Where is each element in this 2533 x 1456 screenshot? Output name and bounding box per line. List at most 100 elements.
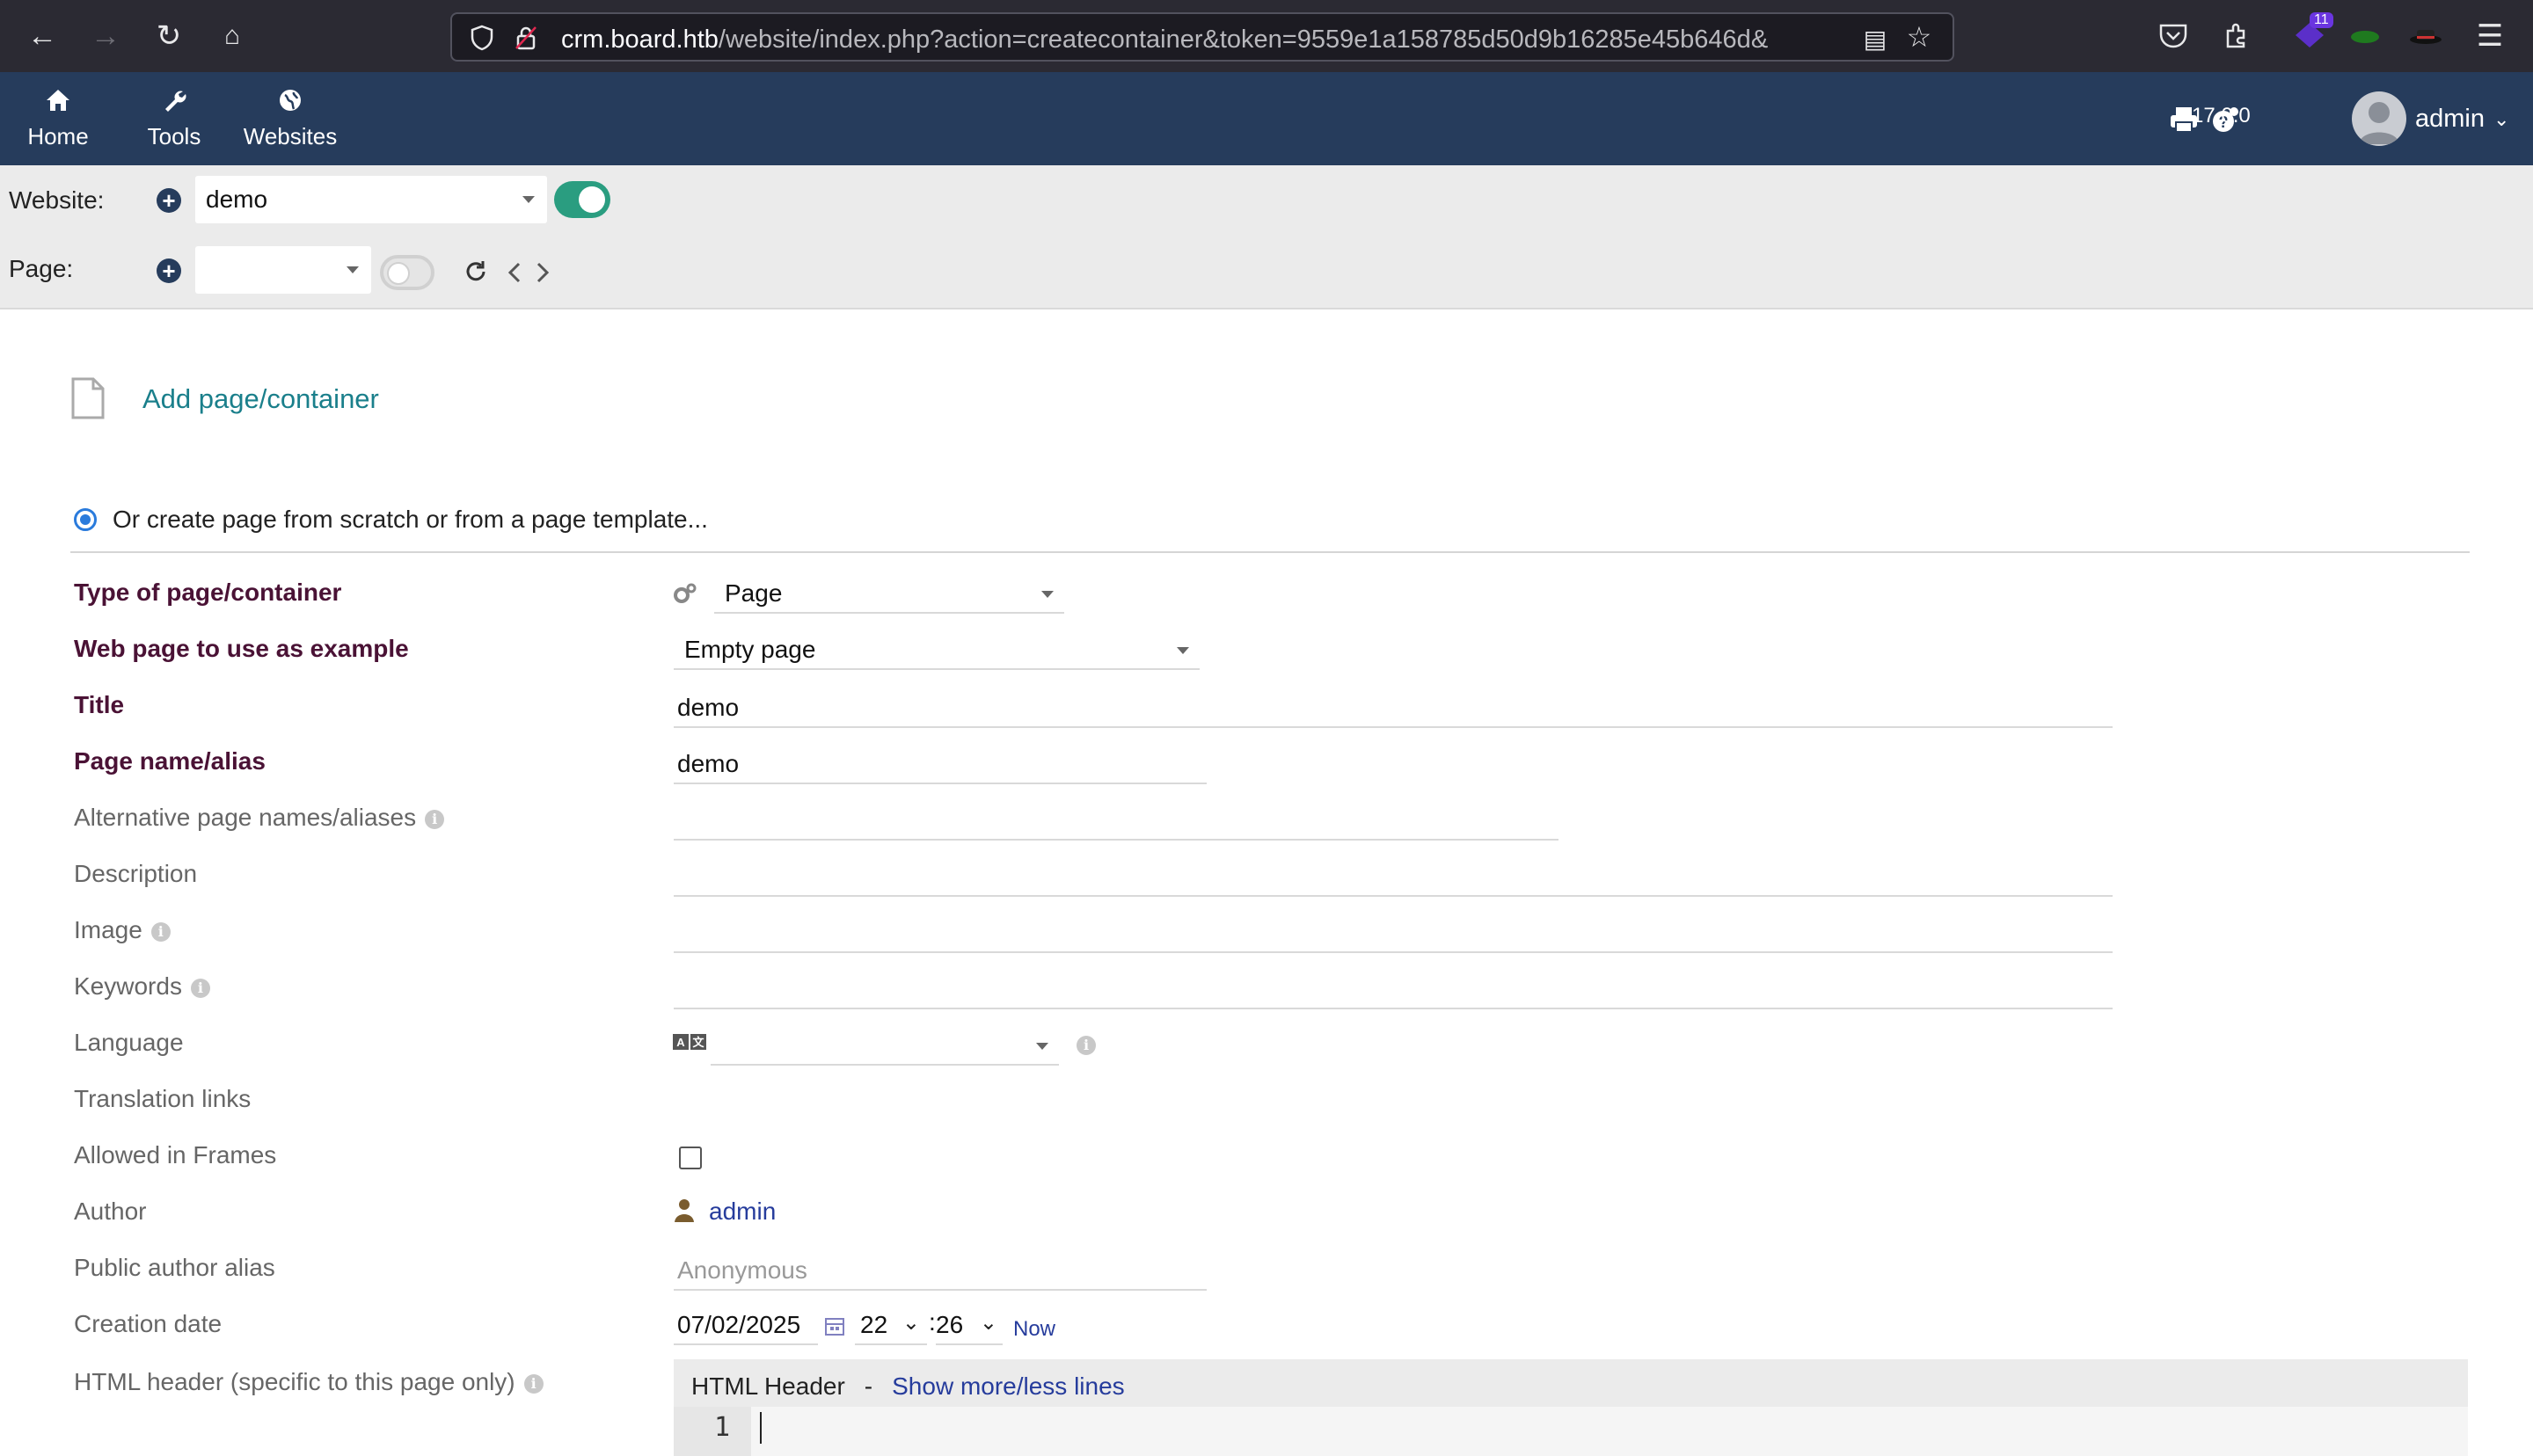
shield-icon bbox=[470, 25, 494, 51]
website-select[interactable]: demo bbox=[195, 176, 547, 223]
allowed-frames-label: Allowed in Frames bbox=[74, 1141, 277, 1168]
website-status-toggle[interactable] bbox=[554, 181, 610, 218]
dropdown-caret-icon bbox=[1036, 1043, 1048, 1050]
calendar-icon[interactable] bbox=[823, 1315, 846, 1338]
html-header-label: HTML header (specific to this page only)… bbox=[74, 1368, 544, 1396]
user-avatar[interactable] bbox=[2352, 91, 2406, 146]
image-input[interactable] bbox=[674, 914, 2113, 953]
bookmark-star-icon[interactable]: ☆ bbox=[1903, 21, 1935, 53]
page-status-toggle[interactable] bbox=[380, 255, 434, 290]
version-label: 17.0.0 bbox=[2192, 104, 2251, 127]
info-icon[interactable]: i bbox=[190, 978, 210, 998]
page-title: Add page/container bbox=[142, 383, 379, 414]
info-icon[interactable]: i bbox=[1077, 1036, 1096, 1055]
text-cursor bbox=[760, 1412, 762, 1444]
next-page-icon[interactable] bbox=[533, 260, 552, 285]
info-icon[interactable]: i bbox=[425, 809, 445, 829]
alias-input[interactable]: demo bbox=[674, 746, 1207, 784]
html-header-editor-toolbar: HTML Header - Show more/less lines bbox=[674, 1359, 2468, 1414]
editor-title: HTML Header bbox=[691, 1372, 845, 1400]
url-bar[interactable]: crm.board.htb/website/index.php?action=c… bbox=[450, 12, 1954, 62]
translation-links-label: Translation links bbox=[74, 1085, 252, 1112]
dropdown-caret-icon bbox=[1041, 591, 1054, 598]
info-icon[interactable]: i bbox=[523, 1373, 544, 1394]
extension-hat-icon[interactable] bbox=[2408, 26, 2443, 46]
svg-text:A: A bbox=[676, 1036, 685, 1049]
keywords-label: Keywords i bbox=[74, 972, 210, 1001]
topmenu-websites[interactable]: Websites bbox=[243, 72, 338, 165]
pocket-icon[interactable] bbox=[2153, 16, 2194, 56]
dropdown-caret-icon bbox=[522, 196, 535, 203]
url-text[interactable]: crm.board.htb/website/index.php?action=c… bbox=[561, 25, 1828, 55]
topmenu-tools[interactable]: Tools bbox=[142, 72, 206, 165]
user-name: admin bbox=[2415, 105, 2485, 133]
page-select[interactable] bbox=[195, 246, 371, 294]
website-toolbar: Website: + demo bbox=[0, 165, 2533, 236]
browser-toolbar: ← → ↻ ⌂ crm.board.htb/website/index.php?… bbox=[0, 0, 2533, 72]
creation-minute-select[interactable]: 26 ⌄ bbox=[936, 1307, 1003, 1345]
topmenu-home[interactable]: Home bbox=[25, 72, 91, 165]
divider bbox=[70, 551, 2470, 553]
website-label: Website: bbox=[9, 186, 105, 214]
reader-view-icon[interactable]: ▤ bbox=[1859, 23, 1891, 55]
page-label: Page: bbox=[9, 255, 74, 282]
example-label: Web page to use as example bbox=[74, 635, 409, 662]
author-link[interactable]: admin bbox=[709, 1198, 776, 1226]
extensions-puzzle-icon[interactable] bbox=[2216, 16, 2257, 56]
create-from-scratch-radio[interactable] bbox=[74, 508, 97, 531]
insecure-lock-icon bbox=[514, 25, 538, 51]
extension-badge: 11 bbox=[2310, 12, 2333, 28]
svg-text:文: 文 bbox=[692, 1036, 704, 1049]
line-number: 1 bbox=[714, 1412, 731, 1443]
user-menu[interactable]: admin ⌄ bbox=[2415, 105, 2509, 134]
globe-icon bbox=[278, 88, 303, 120]
dropdown-caret-icon bbox=[347, 266, 359, 273]
page-toolbar: Page: + bbox=[0, 236, 2533, 309]
type-label: Type of page/container bbox=[74, 579, 342, 606]
html-header-code-editor[interactable] bbox=[674, 1407, 2468, 1456]
language-select[interactable] bbox=[711, 1027, 1059, 1066]
type-select[interactable]: Page bbox=[714, 575, 1064, 614]
allowed-frames-checkbox[interactable] bbox=[679, 1147, 702, 1169]
image-label: Image i bbox=[74, 916, 171, 944]
add-website-plus-icon[interactable]: + bbox=[157, 188, 181, 213]
author-label: Author bbox=[74, 1198, 147, 1225]
time-colon: : bbox=[929, 1308, 936, 1336]
extension-purple-icon[interactable]: 11 bbox=[2290, 12, 2333, 55]
chevron-down-icon: ⌄ bbox=[979, 1311, 997, 1335]
title-label: Title bbox=[74, 691, 125, 718]
creation-date-label: Creation date bbox=[74, 1310, 223, 1337]
chevron-down-icon: ⌄ bbox=[2493, 107, 2510, 130]
creation-hour-select[interactable]: 22 ⌄ bbox=[855, 1307, 927, 1345]
chevron-down-icon: ⌄ bbox=[902, 1311, 920, 1335]
now-button[interactable]: Now bbox=[1013, 1317, 1055, 1342]
public-alias-input[interactable]: Anonymous bbox=[674, 1252, 1207, 1291]
forward-arrow-icon[interactable]: → bbox=[83, 13, 128, 59]
info-icon[interactable]: i bbox=[150, 921, 171, 942]
show-more-less-lines-link[interactable]: Show more/less lines bbox=[892, 1372, 1125, 1401]
extension-green-icon[interactable] bbox=[2348, 26, 2382, 44]
reload-icon[interactable]: ↻ bbox=[146, 13, 192, 59]
create-from-scratch-label[interactable]: Or create page from scratch or from a pa… bbox=[113, 506, 708, 534]
alt-alias-label: Alternative page names/aliases i bbox=[74, 804, 445, 832]
example-select[interactable]: Empty page bbox=[674, 631, 1200, 670]
editor-separator: - bbox=[864, 1372, 873, 1400]
add-page-plus-icon[interactable]: + bbox=[157, 258, 181, 283]
alt-alias-input[interactable] bbox=[674, 802, 1558, 841]
user-icon bbox=[674, 1198, 695, 1224]
app-top-menu: Home Tools Websites ? 17.0.0 admin ⌄ bbox=[0, 72, 2533, 165]
home-browser-icon[interactable]: ⌂ bbox=[209, 13, 255, 59]
keywords-input[interactable] bbox=[674, 971, 2113, 1009]
gears-icon bbox=[672, 580, 698, 607]
previous-page-icon[interactable] bbox=[505, 260, 524, 285]
language-label: Language bbox=[74, 1029, 184, 1056]
creation-date-input[interactable]: 07/02/2025 bbox=[674, 1307, 818, 1345]
editor-gutter: 1 bbox=[674, 1407, 751, 1456]
app-menu-icon[interactable]: ☰ bbox=[2470, 16, 2510, 56]
wrench-icon bbox=[162, 88, 186, 120]
refresh-icon[interactable] bbox=[463, 258, 489, 285]
title-input[interactable]: demo bbox=[674, 689, 2113, 728]
public-alias-label: Public author alias bbox=[74, 1254, 275, 1281]
description-input[interactable] bbox=[674, 858, 2113, 897]
back-arrow-icon[interactable]: ← bbox=[19, 13, 65, 59]
